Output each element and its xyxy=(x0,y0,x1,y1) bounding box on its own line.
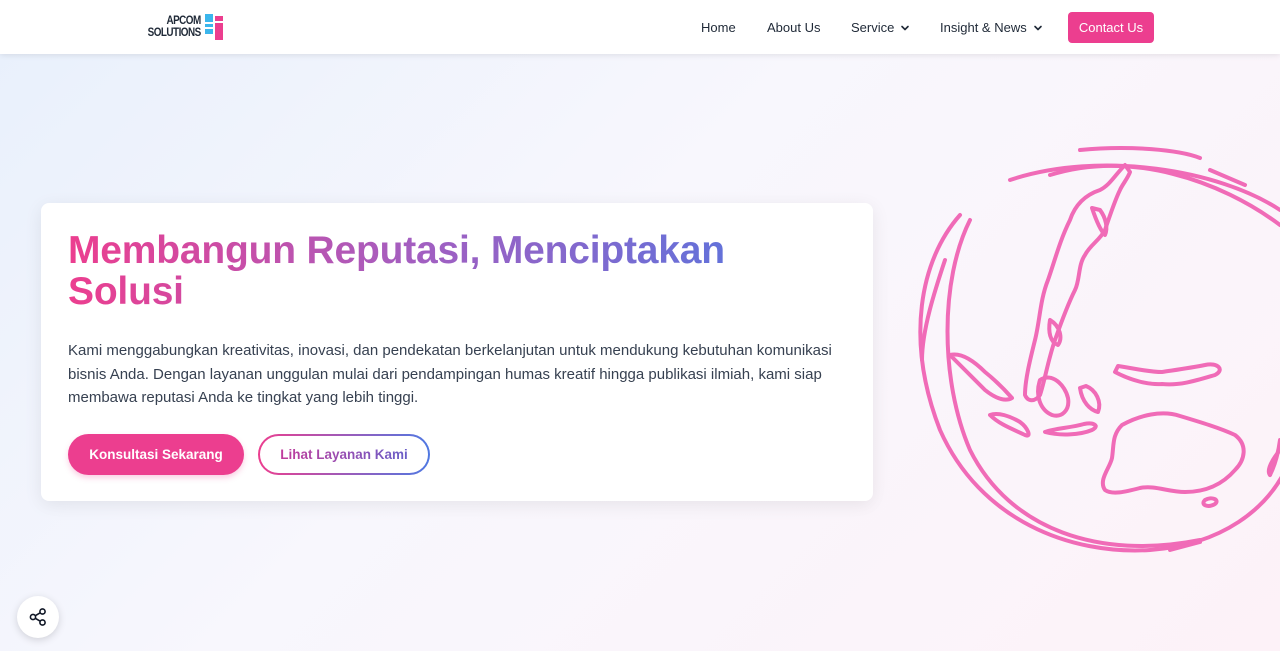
hero-title-line-1: Membangun Reputasi, Menciptakan xyxy=(68,229,725,272)
logo[interactable]: APCOM SOLUTIONS xyxy=(139,13,224,41)
hero-title-line-2: Solusi xyxy=(68,270,184,313)
nav-home[interactable]: Home xyxy=(701,20,736,35)
nav-service[interactable]: Service xyxy=(851,20,910,35)
view-services-button[interactable]: Lihat Layanan Kami xyxy=(258,434,430,475)
nav-home-label: Home xyxy=(701,20,736,35)
nav-service-label: Service xyxy=(851,20,895,35)
hero-card: Membangun Reputasi, Menciptakan Solusi K… xyxy=(41,203,873,501)
hero-description: Kami menggabungkan kreativitas, inovasi,… xyxy=(68,342,832,406)
contact-us-button[interactable]: Contact Us xyxy=(1068,12,1154,43)
view-services-button-inner: Lihat Layanan Kami xyxy=(260,436,428,473)
consult-now-label: Konsultasi Sekarang xyxy=(89,447,223,462)
logo-mark-icon xyxy=(204,14,223,40)
view-services-label: Lihat Layanan Kami xyxy=(280,447,408,462)
nav-about[interactable]: About Us xyxy=(767,20,820,35)
consult-now-button[interactable]: Konsultasi Sekarang xyxy=(68,434,244,475)
logo-text: APCOM SOLUTIONS xyxy=(147,15,202,39)
site-header: APCOM SOLUTIONS Home About Us Service In… xyxy=(0,0,1280,54)
chevron-down-icon xyxy=(1033,25,1042,30)
chevron-down-icon xyxy=(901,25,910,30)
nav-about-label: About Us xyxy=(767,20,821,35)
nav-insight-label: Insight & News xyxy=(940,20,1027,35)
globe-illustration-icon xyxy=(918,146,1280,553)
contact-us-label: Contact Us xyxy=(1078,20,1144,35)
hero-title: Membangun Reputasi, Menciptakan Solusi xyxy=(68,230,828,312)
share-button[interactable] xyxy=(17,596,59,638)
logo-line-2: SOLUTIONS xyxy=(147,27,202,39)
logo-line-1: APCOM xyxy=(166,15,201,27)
nav-insight[interactable]: Insight & News xyxy=(940,20,1043,35)
share-icon xyxy=(29,608,46,626)
